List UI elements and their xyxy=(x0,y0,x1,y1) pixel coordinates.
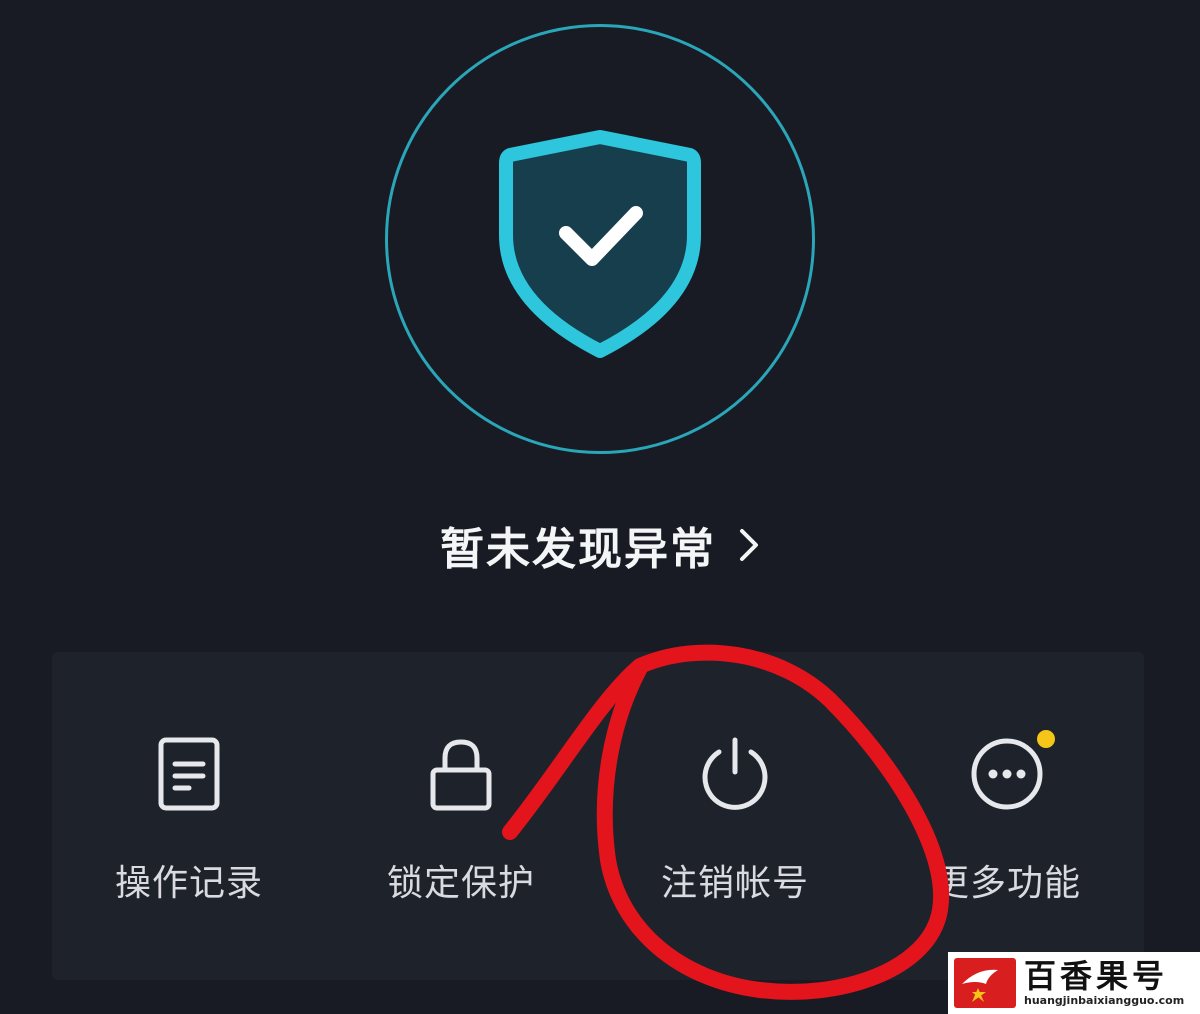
power-icon xyxy=(702,737,768,810)
notification-dot xyxy=(1037,730,1055,748)
watermark: 百香果号 huangjinbaixiangguo.com xyxy=(948,952,1200,1014)
action-lock-protection[interactable]: 锁定保护 xyxy=(324,734,598,934)
action-label: 锁定保护 xyxy=(386,863,535,904)
actions-panel: 操作记录 锁定保护 注销帐号 更多功能 xyxy=(52,652,1144,980)
status-link[interactable]: 暂未发现异常 xyxy=(0,510,1200,580)
document-icon xyxy=(158,737,220,811)
action-operation-log[interactable]: 操作记录 xyxy=(52,734,326,934)
chevron-right-icon xyxy=(740,529,758,561)
action-label: 更多功能 xyxy=(932,863,1081,904)
more-icon xyxy=(971,738,1043,810)
action-more-features[interactable]: 更多功能 xyxy=(870,730,1144,934)
lock-icon xyxy=(430,739,492,811)
more-icon-wrap xyxy=(967,730,1055,814)
watermark-name: 百香果号 xyxy=(1024,957,1169,995)
watermark-url: huangjinbaixiangguo.com xyxy=(1024,994,1185,1007)
shield-check-icon xyxy=(499,130,701,358)
action-label: 注销帐号 xyxy=(660,863,809,904)
watermark-logo-icon xyxy=(954,958,1016,1008)
action-label: 操作记录 xyxy=(114,863,263,904)
status-text: 暂未发现异常 xyxy=(440,524,716,575)
action-cancel-account[interactable]: 注销帐号 xyxy=(598,734,872,934)
